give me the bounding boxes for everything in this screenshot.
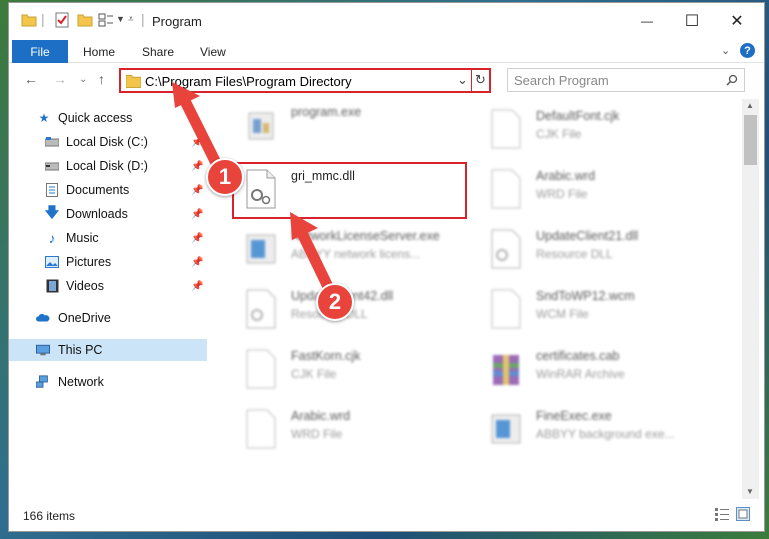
sidebar-item-videos[interactable]: Videos 📌 [9,275,207,297]
documents-icon [45,183,59,197]
pictures-icon [45,255,59,269]
drive-icon [45,135,59,149]
generic-file-icon [491,289,521,329]
sidebar-item-documents[interactable]: Documents 📌 [9,179,207,201]
navigation-pane: ★ Quick access Local Disk (C:) 📌 Local D… [9,99,207,499]
folder-icon [126,74,141,88]
tab-share[interactable]: Share [142,45,174,59]
star-icon: ★ [38,111,50,125]
pin-icon[interactable]: 📌 [191,257,203,268]
sidebar-item-local-disk-d[interactable]: Local Disk (D:) 📌 [9,155,207,177]
step-2-badge: 2 [316,283,354,321]
generic-file-icon [491,169,521,209]
exe-file-icon [491,414,521,444]
pin-icon[interactable]: 📌 [191,209,203,220]
list-item[interactable]: UpdateClient42.dll Resource DLL [237,283,477,339]
search-input[interactable]: Search Program [507,68,745,92]
pin-icon[interactable]: 📌 [191,281,203,292]
vertical-scrollbar[interactable]: ▲ ▼ [742,99,759,499]
sidebar-item-network[interactable]: Network [9,371,207,393]
folder-icon[interactable] [21,12,37,28]
refresh-icon[interactable]: ↻ [475,72,486,88]
window-title: Program [152,14,202,29]
sidebar-item-pictures[interactable]: Pictures 📌 [9,251,207,273]
tab-view[interactable]: View [200,45,226,59]
list-item[interactable]: certificates.cab WinRAR Archive [482,343,722,399]
dll-file-icon [491,229,521,269]
music-icon: ♪ [48,230,56,246]
separator: | [41,11,45,27]
dropdown-arrow-icon[interactable]: ▼ [116,14,125,24]
large-icons-view-icon[interactable] [736,507,750,521]
tab-home[interactable]: Home [83,45,115,59]
item-count: 166 items [23,509,76,523]
drive-icon [45,159,59,173]
generic-file-icon [246,349,276,389]
qat-more-icon[interactable]: ⩡ [128,14,134,25]
address-row: ← → ⌄ ↑ C:\Program Files\Program Directo… [9,63,764,97]
customize-toolbar-icon[interactable] [98,12,114,28]
list-item[interactable]: NetworkLicenseServer.exe ABBYY network l… [237,223,477,279]
sidebar-item-music[interactable]: ♪ Music 📌 [9,227,207,249]
list-item[interactable]: FineExec.exe ABBYY background exe... [482,403,722,459]
list-item[interactable]: FastKorn.cjk CJK File [237,343,477,399]
address-path: C:\Program Files\Program Directory [145,74,352,89]
step-1-badge: 1 [206,158,244,196]
scroll-down-icon[interactable]: ▼ [746,487,754,496]
search-placeholder: Search Program [514,73,609,88]
sidebar-item-this-pc[interactable]: This PC [9,339,207,361]
exe-file-icon [246,234,276,264]
computer-icon [36,343,50,357]
pin-icon[interactable]: 📌 [191,233,203,244]
status-bar: 166 items [9,499,764,531]
search-icon[interactable] [726,74,738,86]
file-list: program.exe gri_mmc.dll NetworkLicenseSe… [207,99,741,499]
address-dropdown-icon[interactable]: ⌄ [457,72,468,88]
scrollbar-thumb[interactable] [744,115,757,165]
back-arrow-icon[interactable]: ← [24,71,38,87]
generic-file-icon [246,409,276,449]
list-item[interactable]: UpdateClient21.dll Resource DLL [482,223,722,279]
exe-file-icon [248,112,274,140]
videos-icon [45,279,59,293]
archive-file-icon [493,355,519,385]
up-arrow-icon[interactable]: ↑ [98,71,105,87]
file-tab[interactable]: File [12,40,68,63]
sidebar-item-quick-access[interactable]: ★ Quick access [9,107,207,129]
details-view-icon[interactable] [715,508,729,521]
close-button[interactable]: ✕ [714,3,760,39]
help-icon[interactable]: ? [740,43,755,58]
pin-icon[interactable]: 📌 [191,185,203,196]
highlight-box [232,162,467,219]
cloud-icon [36,311,50,325]
title-bar: | ▼ ⩡ | Program — ☐ ✕ [9,3,764,39]
new-folder-icon[interactable] [77,12,93,28]
list-item[interactable]: program.exe [237,99,477,155]
pin-icon[interactable]: 📌 [191,161,203,172]
network-icon [36,375,50,389]
list-item[interactable]: SndToWP12.wcm WCM File [482,283,722,339]
generic-file-icon [491,109,521,149]
file-explorer-window: | ▼ ⩡ | Program — ☐ ✕ File Home Share Vi… [8,2,765,532]
divider [471,69,472,92]
properties-icon[interactable] [54,12,70,28]
expand-ribbon-icon[interactable]: ⌄ [721,44,730,57]
sidebar-item-onedrive[interactable]: OneDrive [9,307,207,329]
sidebar-item-local-disk-c[interactable]: Local Disk (C:) 📌 [9,131,207,153]
list-item[interactable]: Arabic.wrd WRD File [237,403,477,459]
maximize-button[interactable]: ☐ [669,3,715,39]
recent-locations-icon[interactable]: ⌄ [79,74,87,85]
sidebar-item-downloads[interactable]: 🡇 Downloads 📌 [9,203,207,225]
scroll-up-icon[interactable]: ▲ [746,101,754,110]
download-icon: 🡇 [44,204,60,220]
list-item[interactable]: Arabic.wrd WRD File [482,163,722,219]
forward-arrow-icon[interactable]: → [53,71,67,87]
dll-file-icon [246,289,276,329]
list-item[interactable]: DefaultFont.cjk CJK File [482,103,722,159]
address-bar[interactable]: C:\Program Files\Program Directory ⌄ ↻ [119,68,491,93]
ribbon-tabs: File Home Share View ⌄ ? [9,39,764,63]
minimize-button[interactable]: — [624,3,670,39]
pin-icon[interactable]: 📌 [191,137,203,148]
separator: | [141,11,145,27]
